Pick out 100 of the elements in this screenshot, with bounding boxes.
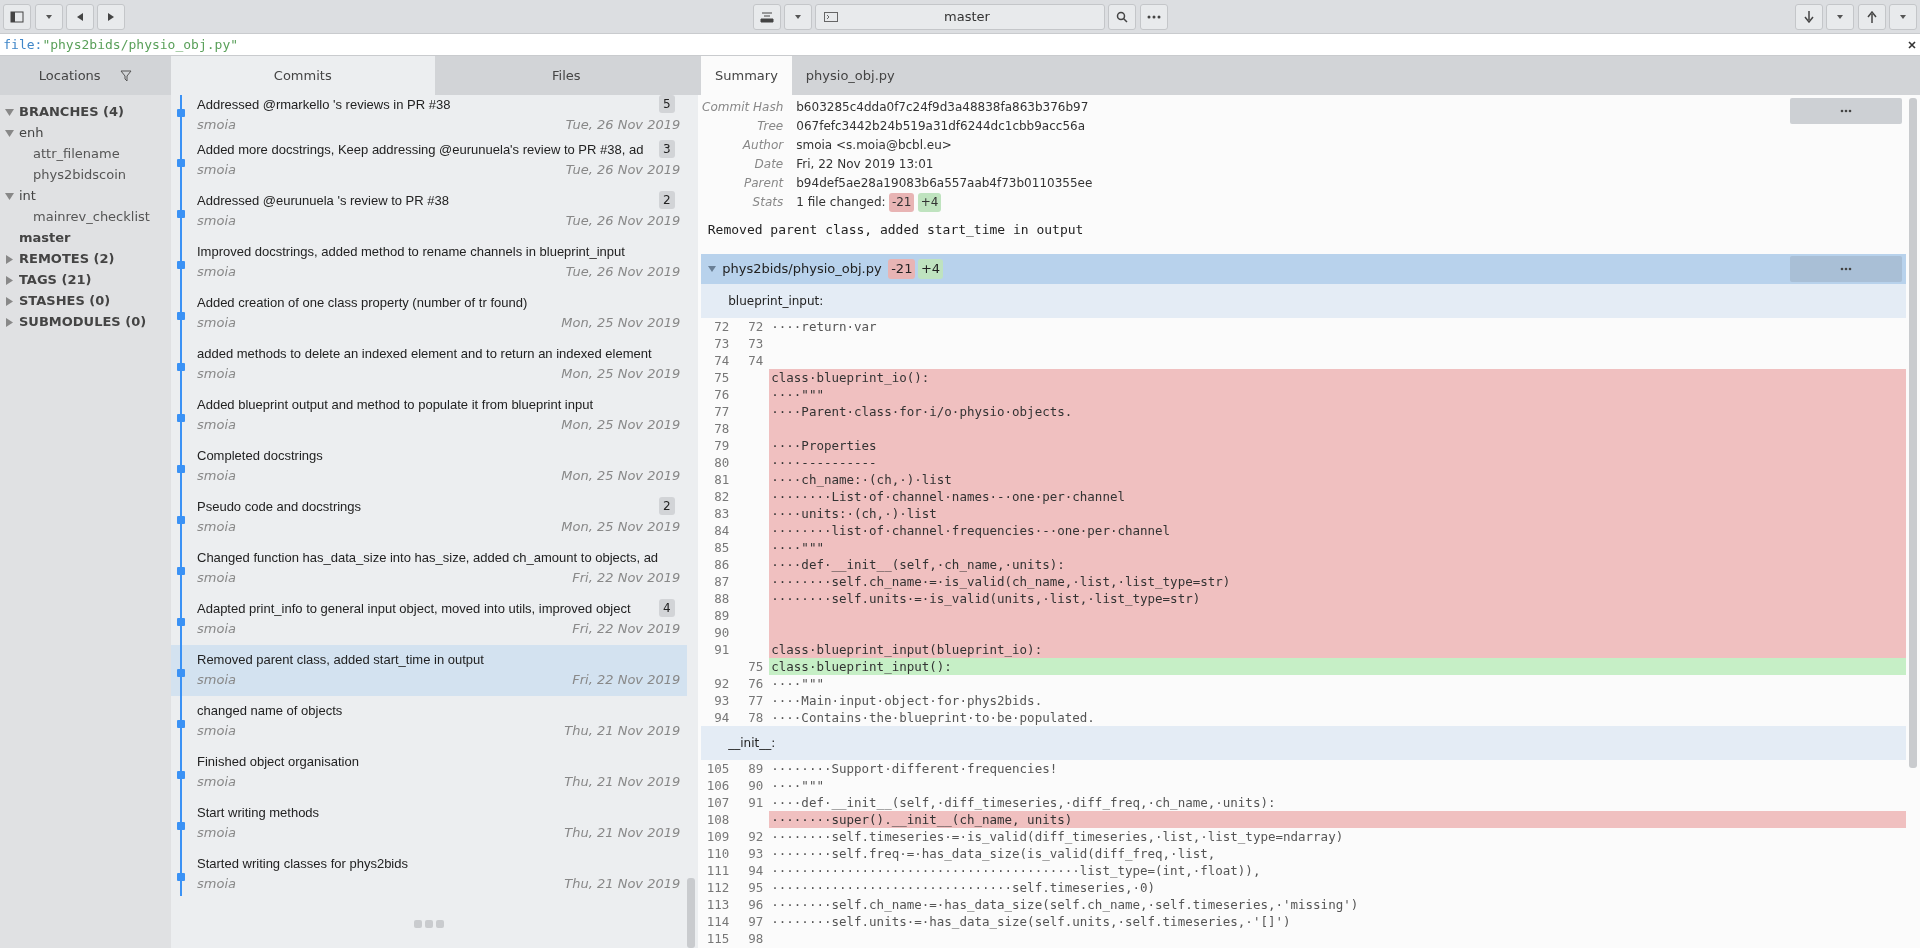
commit-message: Added creation of one class property (number of tr found) <box>197 294 529 312</box>
commit-row[interactable]: Finished object organisation smoia Thu, 21 Nov 2019 <box>171 747 687 798</box>
line-number: 76 <box>713 385 731 403</box>
panel-title: Locations <box>38 66 101 85</box>
push-button[interactable] <box>1857 3 1886 30</box>
forward-button[interactable] <box>97 3 125 30</box>
commit-node <box>177 567 185 575</box>
code-line: ········self.units·=·has_data_size(self.units,·self.timeseries,·'[]') <box>770 912 1292 930</box>
back-button[interactable] <box>65 3 94 30</box>
commit-row[interactable]: Improved docstrings, added method to rename channels in blueprint_input smoia Tue, 26 Nov 2019 <box>171 237 687 288</box>
more-button[interactable] <box>1790 255 1903 282</box>
location-item[interactable]: int <box>0 185 171 207</box>
location-item[interactable]: mainrev_checklist <box>0 206 171 228</box>
commit-row[interactable]: Added creation of one class property (number of tr found) smoia Mon, 25 Nov 2019 <box>171 288 687 339</box>
commit-author: smoia <box>197 160 236 179</box>
hunk-header: blueprint_input: <box>727 292 824 310</box>
line-number: 73 <box>747 334 765 352</box>
commit-row[interactable]: Addressed @eurunuela 's review to PR #38 smoia Tue, 26 Nov 2019 2 <box>171 186 687 237</box>
commit-date: Thu, 21 Nov 2019 <box>564 721 681 740</box>
line-number: 72 <box>747 317 765 335</box>
field-value: 067fefc3442b24b519a31df6244dc1cbb9acc56a <box>796 118 1086 136</box>
commit-node <box>177 363 185 371</box>
commit-row[interactable]: changed name of objects smoia Thu, 21 Nov 2019 <box>171 696 687 747</box>
line-number: 90 <box>713 623 731 641</box>
caret-icon <box>44 12 53 21</box>
commit-author: smoia <box>197 619 236 638</box>
location-item[interactable]: STASHES (0) <box>0 290 171 312</box>
code-line: ········self.timeseries·=·is_valid(diff_timeseries,·list,·list_type=ndarray) <box>770 827 1345 845</box>
commit-author: smoia <box>197 568 236 587</box>
location-item[interactable]: SUBMODULES (0) <box>0 311 171 333</box>
commit-row[interactable]: Changed function has_data_size into has_size, added ch_amount to objects, ad smoia Fri, 22 Nov 2019 <box>171 543 687 594</box>
sidebar-toggle-button[interactable] <box>3 3 32 30</box>
commit-node <box>177 261 185 269</box>
field-value: b603285c4dda0f7c24f9d3a48838fa863b376b97 <box>796 99 1089 117</box>
location-item[interactable]: attr_filename <box>0 143 171 165</box>
line-number: 107 <box>705 793 731 811</box>
commit-row[interactable]: Added blueprint output and method to populate it from blueprint input smoia Mon, 25 Nov 2019 <box>171 390 687 441</box>
line-number: 97 <box>747 912 765 930</box>
tab[interactable]: Files <box>434 56 698 95</box>
location-item[interactable]: phys2bidscoin <box>0 164 171 186</box>
line-number: 72 <box>713 317 731 335</box>
location-item[interactable]: REMOTES (2) <box>0 248 171 270</box>
removed-count: -21 <box>888 193 915 213</box>
tab[interactable]: Summary <box>701 56 792 95</box>
commit-message: changed name of objects <box>197 702 344 720</box>
stash-button[interactable] <box>752 3 781 30</box>
field-label: Author <box>741 137 784 155</box>
caret-icon <box>1836 12 1845 21</box>
commit-node <box>177 669 185 677</box>
commit-message: Started writing classes for phys2bids <box>197 855 409 873</box>
line-number: 74 <box>747 351 765 369</box>
tab[interactable]: Commits <box>171 56 435 95</box>
line-number: 73 <box>713 334 731 352</box>
commit-date: Fri, 22 Nov 2019 <box>572 619 681 638</box>
location-item[interactable]: BRANCHES (4) <box>0 101 171 123</box>
tab[interactable]: physio_obj.py <box>791 56 909 95</box>
code-line: ····def·__init__(self,·diff_timeseries,·diff_freq,·ch_name,·units): <box>770 793 1277 811</box>
location-item[interactable]: master <box>0 227 171 249</box>
commit-row[interactable]: Completed docstrings smoia Mon, 25 Nov 2019 <box>171 441 687 492</box>
terminal-field[interactable]: master <box>815 3 1105 30</box>
more-icon <box>1840 266 1853 271</box>
commit-row[interactable]: Addressed @rmarkello 's reviews in PR #38 smoia Tue, 26 Nov 2019 5 <box>171 95 687 135</box>
commit-node <box>177 516 185 524</box>
commit-author: smoia <box>197 313 236 332</box>
code-line: ········self.freq·=·has_data_size(is_valid(diff_freq,·list, <box>770 844 1217 862</box>
line-number: 91 <box>747 793 765 811</box>
commit-row[interactable]: Pseudo code and docstrings smoia Mon, 25 Nov 2019 2 <box>171 492 687 543</box>
commit-author: smoia <box>197 262 236 281</box>
commit-row[interactable]: added methods to delete an indexed element and to return an indexed element smoia Mon, 25 Nov 2019 <box>171 339 687 390</box>
code-line: ····Contains·the·blueprint·to·be·populated. <box>770 708 1096 726</box>
commit-node <box>177 312 185 320</box>
file-header[interactable]: phys2bids/physio_obj.py -21 +4 <box>701 253 1906 284</box>
commit-node <box>177 618 185 626</box>
commit-row[interactable]: Added more docstrings, Keep addressing @eurunuela's review to PR #38, ad smoia Tue, 26 Nov 2019 3 <box>171 135 687 186</box>
commit-row[interactable]: Removed parent class, added start_time in output smoia Fri, 22 Nov 2019 <box>171 645 687 696</box>
commit-node <box>177 159 185 167</box>
search-button[interactable] <box>1108 3 1137 30</box>
line-number: 92 <box>747 827 765 845</box>
commit-row[interactable]: Adapted print_info to general input object, moved into utils, improved object smoia Fri, 22 Nov 2019 4 <box>171 594 687 645</box>
location-item[interactable]: TAGS (21) <box>0 269 171 291</box>
more-button[interactable] <box>1790 98 1903 125</box>
line-number: 96 <box>747 895 765 913</box>
field-label: Tree <box>756 118 784 136</box>
commit-date: Mon, 25 Nov 2019 <box>561 364 681 383</box>
search-query[interactable]: file:"phys2bids/physio_obj.py" <box>3 34 1907 55</box>
line-number: 115 <box>705 929 731 947</box>
close-icon <box>1906 39 1917 50</box>
added-count: +4 <box>917 259 944 279</box>
location-item[interactable]: enh <box>0 122 171 144</box>
commit-row[interactable]: Start writing methods smoia Thu, 21 Nov 2019 <box>171 798 687 849</box>
line-number: 78 <box>747 708 765 726</box>
commit-node <box>177 210 185 218</box>
commit-node <box>177 109 185 117</box>
commit-message: Finished object organisation <box>197 753 360 771</box>
commit-row[interactable]: Started writing classes for phys2bids smoia Thu, 21 Nov 2019 <box>171 849 687 900</box>
pull-button[interactable] <box>1795 3 1823 30</box>
field-label: Date <box>753 156 784 174</box>
commit-message: added methods to delete an indexed element and to return an indexed element <box>197 345 653 363</box>
commit-message: Completed docstrings <box>197 447 324 465</box>
line-number: 91 <box>713 640 731 658</box>
